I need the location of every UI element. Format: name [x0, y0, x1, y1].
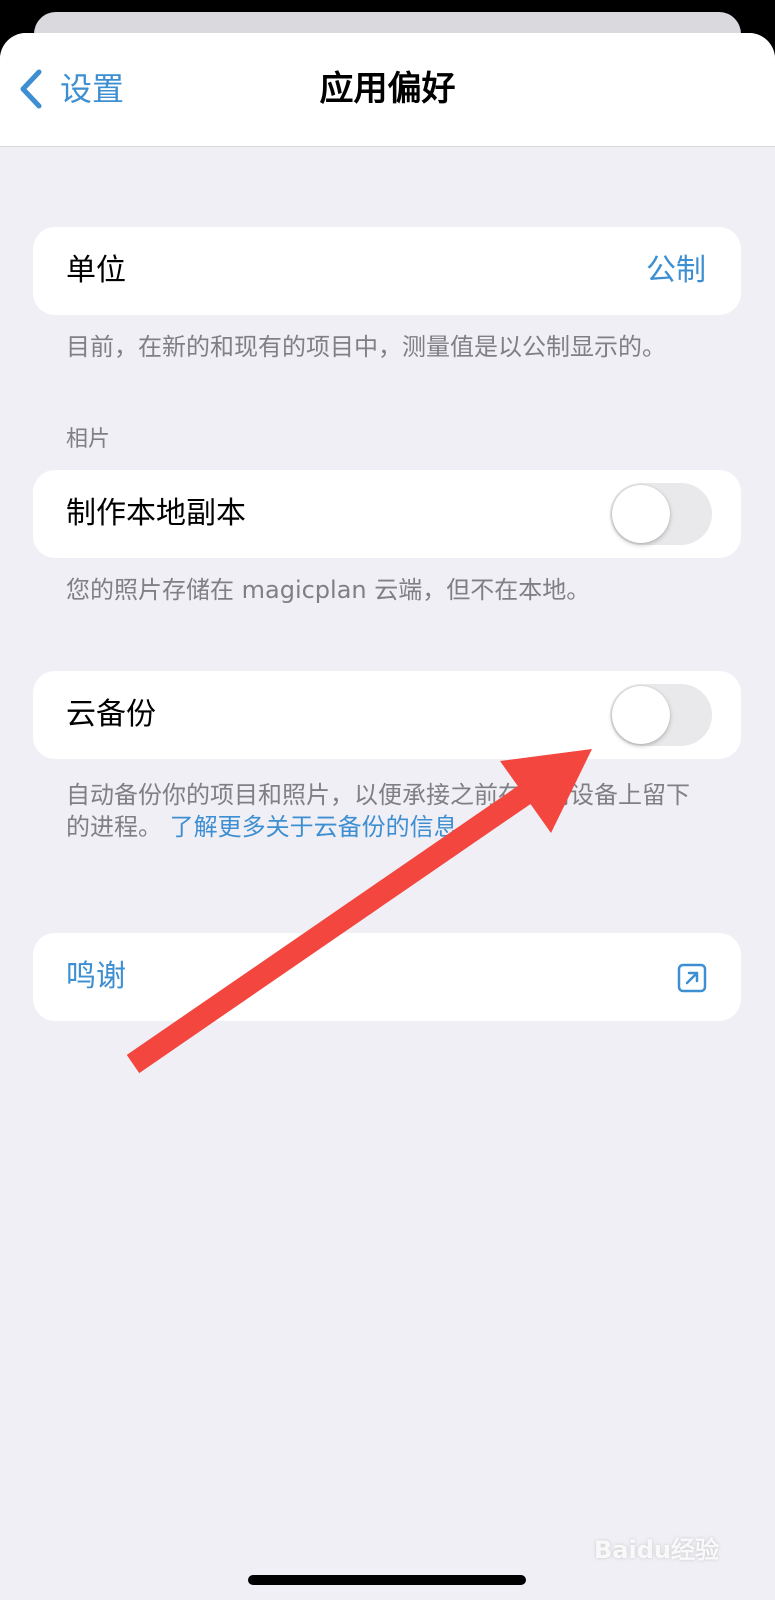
credits-label: 鸣谢: [66, 959, 126, 994]
photos-footer: 您的照片存储在 magicplan 云端，但不在本地。: [66, 576, 591, 604]
units-value: 公制: [646, 253, 706, 288]
local-copy-toggle[interactable]: [610, 483, 712, 545]
cloud-backup-toggle[interactable]: [610, 684, 712, 746]
photos-section-header: 相片: [66, 427, 111, 452]
local-copy-label: 制作本地副本: [66, 496, 246, 531]
cloud-backup-row: 云备份: [33, 671, 741, 759]
cloud-backup-learn-more-link[interactable]: 了解更多关于云备份的信息...: [170, 813, 481, 841]
cloud-backup-label: 云备份: [66, 697, 156, 732]
local-copy-row: 制作本地副本: [33, 470, 741, 558]
toggle-knob: [612, 686, 670, 744]
cloud-backup-footer: 自动备份你的项目和照片，以便承接之前在任何设备上留下的进程。 了解更多关于云备份…: [66, 779, 706, 843]
page-title: 应用偏好: [319, 69, 456, 109]
units-row[interactable]: 单位 公制: [33, 227, 741, 315]
home-indicator: [248, 1575, 526, 1585]
toggle-knob: [612, 485, 670, 543]
external-link-icon: [677, 963, 707, 993]
credits-row[interactable]: 鸣谢: [33, 933, 741, 1021]
baidu-watermark: Baidu经验: [594, 1536, 719, 1564]
units-label: 单位: [66, 253, 126, 288]
settings-sheet: 设置 应用偏好 单位 公制 目前，在新的和现有的项目中，测量值是以公制显示的。 …: [0, 33, 775, 1600]
units-footer: 目前，在新的和现有的项目中，测量值是以公制显示的。: [66, 333, 666, 361]
navigation-bar: 设置 应用偏好: [0, 33, 775, 147]
